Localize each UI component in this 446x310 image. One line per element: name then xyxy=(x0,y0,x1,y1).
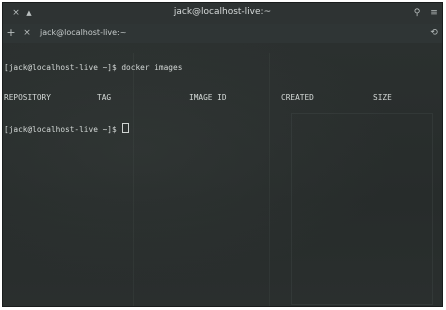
column-size: SIZE xyxy=(373,93,392,102)
tab-bar: + × jack@localhost-live:~ ⟲ xyxy=(3,24,442,44)
prompt-line: [jack@localhost-live ~]$ xyxy=(4,123,442,134)
prompt: [jack@localhost-live ~]$ xyxy=(4,63,122,72)
terminal-cursor xyxy=(122,123,130,133)
terminal-window: × ▲ jack@localhost-live:~ ⚲ ≡ + × jack@l… xyxy=(2,2,443,307)
column-repository: REPOSITORY xyxy=(4,93,51,102)
tab-close-icon[interactable]: × xyxy=(20,26,34,40)
column-image-id: IMAGE ID xyxy=(189,93,227,102)
history-icon[interactable]: ⟲ xyxy=(427,26,441,40)
terminal-area[interactable]: [jack@localhost-live ~]$ docker images R… xyxy=(3,43,442,306)
tab-label: jack@localhost-live:~ xyxy=(40,28,127,37)
search-icon[interactable]: ⚲ xyxy=(410,6,424,20)
menu-icon[interactable]: ≡ xyxy=(427,6,441,20)
title-bar: × ▲ jack@localhost-live:~ ⚲ ≡ xyxy=(3,3,442,25)
column-tag: TAG xyxy=(97,93,112,102)
column-created: CREATED xyxy=(281,93,314,102)
command-line: [jack@localhost-live ~]$ docker images xyxy=(4,63,442,73)
new-tab-icon[interactable]: + xyxy=(4,26,18,40)
command-text: docker images xyxy=(121,63,183,72)
output-header: REPOSITORY TAG IMAGE ID CREATED SIZE xyxy=(4,93,442,103)
prompt: [jack@localhost-live ~]$ xyxy=(4,125,122,134)
tab-terminal[interactable]: × jack@localhost-live:~ xyxy=(18,24,135,43)
window-title: jack@localhost-live:~ xyxy=(173,7,272,17)
